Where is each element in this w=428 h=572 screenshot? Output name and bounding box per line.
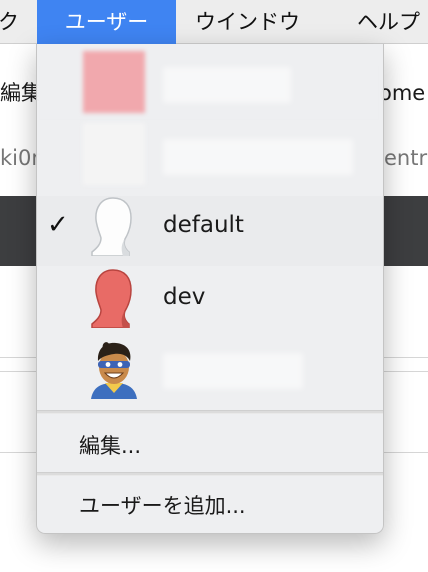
profile-avatar-pink-icon	[83, 51, 145, 113]
profile-avatar-red-head-icon	[83, 266, 145, 328]
background-address-left[interactable]: ki0m	[0, 135, 40, 181]
background-address-right[interactable]: entr	[384, 135, 428, 181]
profile-avatar-blank-icon	[83, 123, 145, 185]
profile-avatar-white-head-icon	[83, 194, 145, 256]
background-tab-edit[interactable]: 編集	[0, 66, 40, 120]
add-user-menu-item[interactable]: ユーザーを追加...	[79, 484, 246, 528]
menu-bar-item-tools[interactable]: ク	[0, 0, 32, 44]
menu-bar-item-window[interactable]: ウインドウ	[195, 0, 329, 44]
menu-bar: ク ユーザー ウインドウ ヘルプ	[0, 0, 428, 44]
menu-bar-item-help[interactable]: ヘルプ	[357, 0, 428, 44]
profile-name	[163, 67, 291, 103]
edit-profiles-menu-item[interactable]: 編集...	[79, 424, 141, 468]
menu-bar-item-users[interactable]: ユーザー	[37, 0, 176, 44]
menu-separator	[37, 410, 383, 414]
profile-item-dev[interactable]: dev	[37, 264, 383, 330]
profile-name	[163, 139, 353, 175]
user-dropdown-menu: ✓ default dev 編集... ユーザーを追加...	[36, 44, 384, 534]
profile-name	[163, 353, 303, 389]
menu-separator	[37, 472, 383, 476]
profile-item[interactable]	[37, 335, 383, 401]
profile-item-default[interactable]: ✓ default	[37, 192, 383, 258]
profile-item[interactable]	[37, 49, 383, 115]
profile-name-dev: dev	[163, 284, 206, 310]
profile-avatar-superhero-icon	[83, 337, 145, 399]
profile-name-default: default	[163, 212, 244, 238]
background-tab-home[interactable]: ome	[378, 66, 428, 120]
checkmark-icon: ✓	[47, 210, 69, 240]
profile-item[interactable]	[37, 121, 383, 187]
